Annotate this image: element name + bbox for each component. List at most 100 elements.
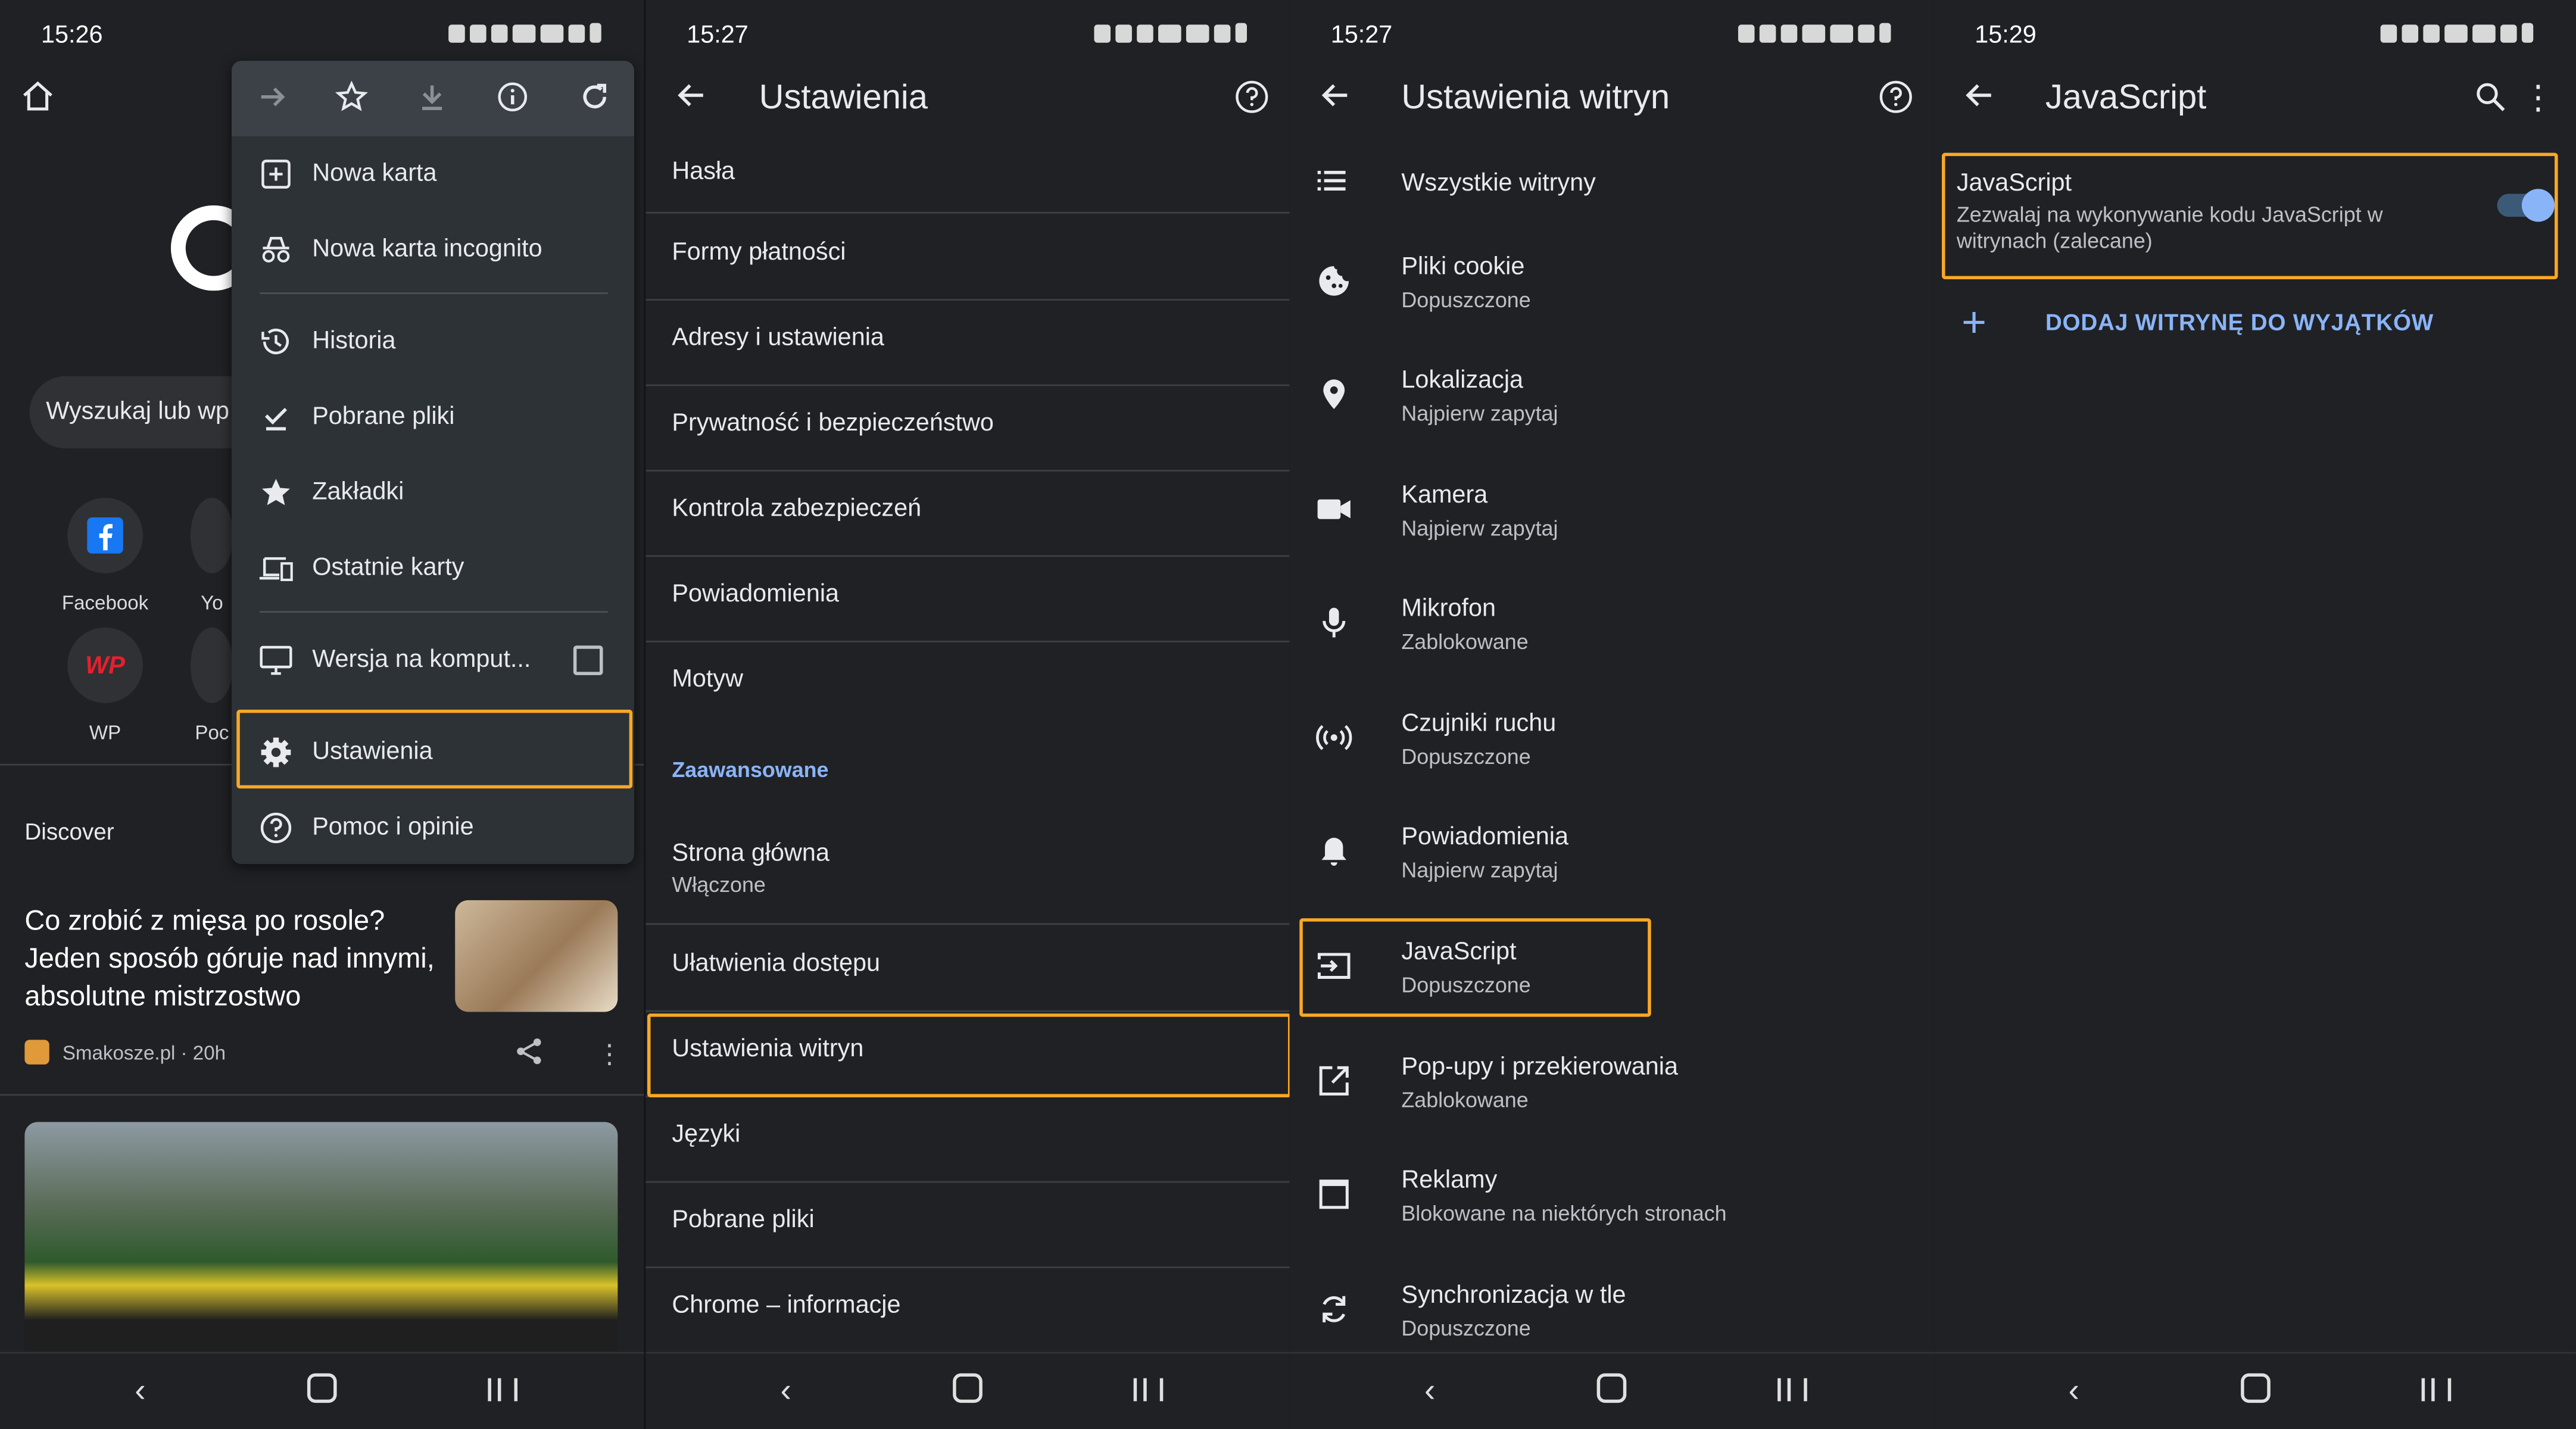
help-icon[interactable] <box>1234 79 1270 115</box>
list-icon <box>1316 164 1352 201</box>
tile-label: WP <box>89 721 121 744</box>
download-icon[interactable] <box>416 80 448 113</box>
row-title: Motyw <box>672 665 743 694</box>
android-nav-bar: ‹ <box>645 1352 1290 1429</box>
site-row-popups[interactable]: Pop-upy i przekierowania Zablokowane <box>1290 1030 1933 1143</box>
new-tab-icon <box>258 156 294 192</box>
shortcut-tile-pocket[interactable]: Poc <box>191 627 233 744</box>
nav-recents-icon[interactable] <box>488 1373 518 1409</box>
shortcut-tile-wp[interactable]: WP WP <box>56 627 155 744</box>
nav-back-icon[interactable]: ‹ <box>1424 1373 1435 1409</box>
site-row-cookies[interactable]: Pliki cookie Dopuszczone <box>1290 230 1933 343</box>
row-title: Języki <box>672 1120 741 1149</box>
back-arrow-icon[interactable] <box>1963 79 1996 111</box>
menu-item-downloads[interactable]: Pobrane pliki <box>232 379 634 455</box>
menu-item-label: Wersja na komput... <box>312 645 531 674</box>
status-icons <box>1094 23 1248 43</box>
settings-row-accessibility[interactable]: Ułatwienia dostępu <box>645 925 1290 1012</box>
nav-home-icon[interactable] <box>307 1373 337 1411</box>
menu-item-help[interactable]: Pomoc i opinie <box>232 790 634 866</box>
tile-label: Facebook <box>61 591 149 614</box>
reload-icon[interactable] <box>578 80 611 113</box>
chrome-new-tab-panel: 15:26 Wyszukaj lub wp Facebook Yo WP WP <box>0 0 644 1429</box>
nav-home-icon[interactable] <box>1596 1373 1627 1411</box>
nav-back-icon[interactable]: ‹ <box>135 1373 145 1409</box>
article-thumbnail[interactable] <box>455 900 618 1012</box>
app-header: JavaScript ⋮ <box>1933 65 2576 131</box>
highlight-box <box>647 1013 1290 1097</box>
android-nav-bar: ‹ <box>1289 1352 1934 1429</box>
incognito-icon <box>258 232 294 268</box>
add-exception-button[interactable]: + DODAJ WITRYNĘ DO WYJĄTKÓW <box>1933 296 2576 352</box>
menu-item-history[interactable]: Historia <box>232 304 634 379</box>
forward-icon[interactable] <box>256 80 289 113</box>
page-title: Ustawienia <box>759 79 928 117</box>
row-title: Chrome – informacje <box>672 1291 901 1319</box>
nav-home-icon[interactable] <box>953 1373 983 1411</box>
settings-row-theme[interactable]: Motyw <box>645 641 1289 726</box>
site-row-ads[interactable]: Reklamy Blokowane na niektórych stronach <box>1290 1143 1933 1256</box>
site-row-all-sites[interactable]: Wszystkie witryny <box>1290 132 1933 230</box>
settings-row-about-chrome[interactable]: Chrome – informacje <box>645 1266 1290 1354</box>
microphone-icon <box>1316 604 1352 641</box>
javascript-settings-panel: 15:29 JavaScript ⋮ JavaScript Zezwalaj n… <box>1933 0 2576 1429</box>
nav-back-icon[interactable]: ‹ <box>780 1373 791 1409</box>
article-title[interactable]: Co zrobić z mięsa po rosole? Jeden sposó… <box>24 902 435 1015</box>
row-title: Lokalizacja <box>1401 366 1524 395</box>
nav-back-icon[interactable]: ‹ <box>2068 1373 2079 1409</box>
back-arrow-icon[interactable] <box>675 79 708 111</box>
settings-row-privacy[interactable]: Prywatność i bezpieczeństwo <box>645 385 1290 472</box>
nav-home-icon[interactable] <box>2241 1373 2271 1411</box>
desktop-site-checkbox[interactable] <box>573 645 603 675</box>
nav-recents-icon[interactable] <box>1133 1373 1164 1409</box>
search-placeholder: Wyszukaj lub wp <box>46 397 230 426</box>
menu-item-incognito[interactable]: Nowa karta incognito <box>232 212 634 288</box>
status-time: 15:27 <box>687 21 749 49</box>
menu-item-label: Historia <box>312 327 396 355</box>
menu-item-desktop-site[interactable]: Wersja na komput... <box>232 623 634 698</box>
menu-item-label: Nowa karta <box>312 159 437 188</box>
devices-icon <box>258 550 294 586</box>
settings-row-payment[interactable]: Formy płatności <box>645 214 1290 301</box>
sensors-icon <box>1316 719 1352 756</box>
article-photo[interactable] <box>24 1122 618 1356</box>
settings-row-languages[interactable]: Języki <box>645 1096 1290 1183</box>
back-arrow-icon[interactable] <box>1319 79 1352 111</box>
site-row-motion-sensors[interactable]: Czujniki ruchu Dopuszczone <box>1290 687 1933 800</box>
site-row-notifications[interactable]: Powiadomienia Najpierw zapytaj <box>1290 800 1933 913</box>
shortcut-tile-youtube[interactable]: Yo <box>191 497 233 614</box>
settings-row-safety-check[interactable]: Kontrola zabezpieczeń <box>645 470 1290 557</box>
info-icon[interactable] <box>496 80 529 113</box>
nav-recents-icon[interactable] <box>2421 1373 2452 1409</box>
row-subtitle: Włączone <box>672 872 766 897</box>
settings-row-homepage[interactable]: Strona główna Włączone <box>645 821 1290 925</box>
help-icon[interactable] <box>1878 79 1914 115</box>
site-row-microphone[interactable]: Mikrofon Zablokowane <box>1290 572 1933 685</box>
more-vert-icon[interactable]: ⋮ <box>596 1038 622 1071</box>
settings-row-addresses[interactable]: Adresy i ustawienia <box>645 299 1290 386</box>
menu-item-label: Zakładki <box>312 478 404 506</box>
settings-row-downloads[interactable]: Pobrane pliki <box>645 1181 1290 1268</box>
menu-item-recent-tabs[interactable]: Ostatnie karty <box>232 531 634 606</box>
menu-divider <box>259 292 608 294</box>
site-row-location[interactable]: Lokalizacja Najpierw zapytaj <box>1290 344 1933 457</box>
settings-row-notifications[interactable]: Powiadomienia <box>645 556 1290 642</box>
site-row-camera[interactable]: Kamera Najpierw zapytaj <box>1290 458 1933 572</box>
row-subtitle: Dopuszczone <box>1401 287 1531 313</box>
shortcut-tile-facebook[interactable]: Facebook <box>56 497 155 614</box>
menu-item-bookmarks[interactable]: Zakładki <box>232 455 634 531</box>
status-time: 15:26 <box>40 21 103 49</box>
menu-item-label: Nowa karta incognito <box>312 235 542 263</box>
status-icons <box>1738 23 1891 43</box>
app-header: Ustawienia <box>645 65 1289 131</box>
tile-label: Poc <box>195 721 229 744</box>
home-icon[interactable] <box>20 79 56 115</box>
search-icon[interactable] <box>2474 80 2507 113</box>
menu-item-new-tab[interactable]: Nowa karta <box>232 136 634 212</box>
star-bookmark-icon[interactable] <box>335 80 368 113</box>
more-vert-icon[interactable]: ⋮ <box>2522 77 2555 118</box>
status-time: 15:29 <box>1975 21 2037 49</box>
settings-row-passwords[interactable]: Hasła <box>645 132 1290 214</box>
nav-recents-icon[interactable] <box>1777 1373 1807 1409</box>
share-icon[interactable] <box>514 1037 544 1066</box>
